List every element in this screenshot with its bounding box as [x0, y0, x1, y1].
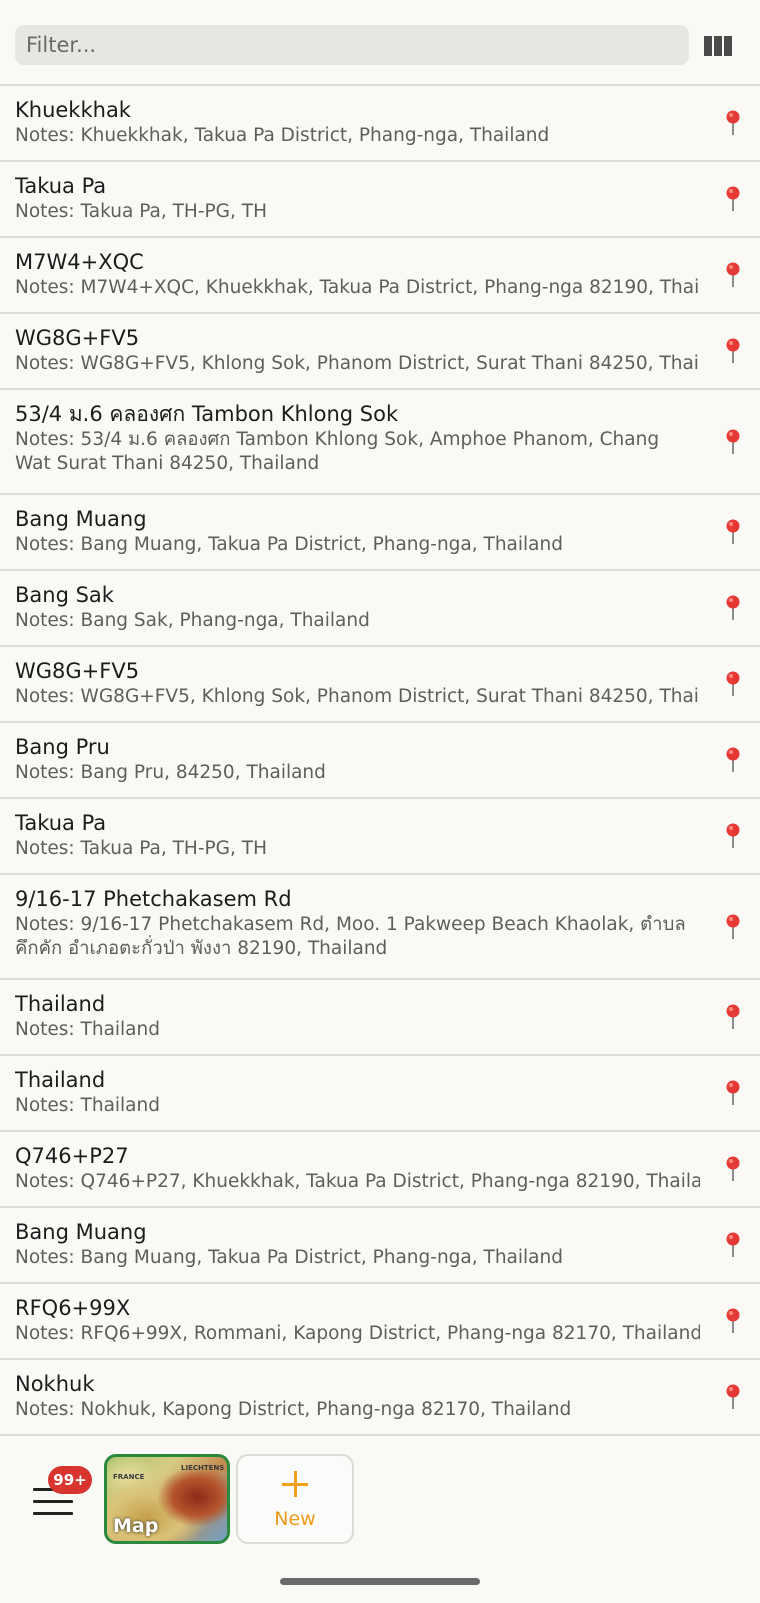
list-item[interactable]: Q746+P27 Notes: Q746+P27, Khuekkhak, Taku… — [0, 1132, 760, 1208]
place-list: Khuekkhak Notes: Khuekkhak, Takua Pa Dist… — [0, 86, 760, 1436]
place-title: WG8G+FV5 — [15, 326, 140, 350]
map-pin-icon[interactable] — [726, 595, 740, 621]
map-pin-icon[interactable] — [726, 519, 740, 545]
place-title: Khuekkhak — [15, 98, 131, 122]
place-notes: Notes: Bang Pru, 84250, Thailand — [15, 762, 326, 783]
list-item[interactable]: Bang Sak Notes: Bang Sak, Phang-nga, Thai… — [0, 571, 760, 647]
place-notes: Notes: RFQ6+99X, Rommani, Kapong Distric… — [15, 1323, 700, 1344]
map-thumbnail-label: LIECHTENS — [181, 1464, 225, 1472]
map-pin-icon[interactable] — [726, 186, 740, 212]
place-notes: Notes: M7W4+XQC, Khuekkhak, Takua Pa Dis… — [15, 277, 700, 298]
top-bar — [0, 0, 760, 86]
notification-badge: 99+ — [48, 1466, 92, 1494]
list-item[interactable]: Khuekkhak Notes: Khuekkhak, Takua Pa Dist… — [0, 86, 760, 162]
plus-icon — [238, 1470, 352, 1498]
place-title: Nokhuk — [15, 1372, 95, 1396]
map-pin-icon[interactable] — [726, 429, 740, 455]
map-pin-icon[interactable] — [726, 1384, 740, 1410]
place-notes: Notes: 9/16-17 Phetchakasem Rd, Moo. 1 P… — [15, 914, 686, 959]
map-pin-icon[interactable] — [726, 1308, 740, 1334]
place-title: RFQ6+99X — [15, 1296, 131, 1320]
list-item[interactable]: Bang Muang Notes: Bang Muang, Takua Pa Di… — [0, 1208, 760, 1284]
place-notes: Notes: Nokhuk, Kapong District, Phang-ng… — [15, 1399, 572, 1420]
place-notes: Notes: Bang Muang, Takua Pa District, Ph… — [15, 534, 563, 555]
place-title: Thailand — [15, 1068, 106, 1092]
list-item[interactable]: Bang Pru Notes: Bang Pru, 84250, Thailand — [0, 723, 760, 799]
list-item[interactable]: M7W4+XQC Notes: M7W4+XQC, Khuekkhak, Taku… — [0, 238, 760, 314]
map-button[interactable]: FRANCE LIECHTENS Map — [104, 1454, 230, 1544]
place-notes: Notes: Takua Pa, TH-PG, TH — [15, 838, 267, 859]
place-title: Bang Pru — [15, 735, 110, 759]
list-item[interactable]: Takua Pa Notes: Takua Pa, TH-PG, TH — [0, 799, 760, 875]
place-title: 53/4 ม.6 คลองศก Tambon Khlong Sok — [15, 402, 399, 426]
new-button-label: New — [274, 1508, 316, 1530]
columns-icon[interactable] — [704, 36, 732, 56]
map-thumbnail-label: FRANCE — [113, 1473, 145, 1481]
list-item[interactable]: Thailand Notes: Thailand — [0, 980, 760, 1056]
map-pin-icon[interactable] — [726, 914, 740, 940]
map-pin-icon[interactable] — [726, 671, 740, 697]
map-pin-icon[interactable] — [726, 1156, 740, 1182]
list-item[interactable]: 53/4 ม.6 คลองศก Tambon Khlong Sok Notes: … — [0, 390, 760, 495]
place-title: Q746+P27 — [15, 1144, 129, 1168]
place-title: Bang Sak — [15, 583, 114, 607]
place-notes: Notes: Bang Muang, Takua Pa District, Ph… — [15, 1247, 563, 1268]
map-pin-icon[interactable] — [726, 110, 740, 136]
list-item[interactable]: 9/16-17 Phetchakasem Rd Notes: 9/16-17 Ph… — [0, 875, 760, 980]
list-item[interactable]: Thailand Notes: Thailand — [0, 1056, 760, 1132]
place-title: Bang Muang — [15, 1220, 147, 1244]
place-title: WG8G+FV5 — [15, 659, 140, 683]
list-item[interactable]: Bang Muang Notes: Bang Muang, Takua Pa Di… — [0, 495, 760, 571]
place-title: Thailand — [15, 992, 106, 1016]
place-title: M7W4+XQC — [15, 250, 144, 274]
place-notes: Notes: Takua Pa, TH-PG, TH — [15, 201, 267, 222]
place-notes: Notes: Q746+P27, Khuekkhak, Takua Pa Dis… — [15, 1171, 700, 1192]
place-notes: Notes: WG8G+FV5, Khlong Sok, Phanom Dist… — [15, 353, 700, 374]
map-pin-icon[interactable] — [726, 1232, 740, 1258]
map-pin-icon[interactable] — [726, 1080, 740, 1106]
place-title: 9/16-17 Phetchakasem Rd — [15, 887, 292, 911]
map-pin-icon[interactable] — [726, 338, 740, 364]
filter-input[interactable] — [15, 25, 689, 65]
place-notes: Notes: Bang Sak, Phang-nga, Thailand — [15, 610, 370, 631]
place-notes: Notes: Thailand — [15, 1095, 160, 1116]
map-pin-icon[interactable] — [726, 1004, 740, 1030]
list-item[interactable]: RFQ6+99X Notes: RFQ6+99X, Rommani, Kapong… — [0, 1284, 760, 1360]
map-pin-icon[interactable] — [726, 747, 740, 773]
place-title: Bang Muang — [15, 507, 147, 531]
list-item[interactable]: WG8G+FV5 Notes: WG8G+FV5, Khlong Sok, Pha… — [0, 314, 760, 390]
place-title: Takua Pa — [15, 811, 107, 835]
place-title: Takua Pa — [15, 174, 107, 198]
place-notes: Notes: Thailand — [15, 1019, 160, 1040]
map-button-label: Map — [113, 1515, 159, 1537]
place-notes: Notes: 53/4 ม.6 คลองศก Tambon Khlong Sok… — [15, 429, 660, 474]
list-item[interactable]: WG8G+FV5 Notes: WG8G+FV5, Khlong Sok, Pha… — [0, 647, 760, 723]
place-notes: Notes: Khuekkhak, Takua Pa District, Pha… — [15, 125, 550, 146]
map-pin-icon[interactable] — [726, 823, 740, 849]
list-item[interactable]: Takua Pa Notes: Takua Pa, TH-PG, TH — [0, 162, 760, 238]
home-indicator[interactable] — [280, 1578, 480, 1585]
list-item[interactable]: Nokhuk Notes: Nokhuk, Kapong District, Ph… — [0, 1360, 760, 1436]
place-notes: Notes: WG8G+FV5, Khlong Sok, Phanom Dist… — [15, 686, 700, 707]
map-pin-icon[interactable] — [726, 262, 740, 288]
new-button[interactable]: New — [236, 1454, 354, 1544]
